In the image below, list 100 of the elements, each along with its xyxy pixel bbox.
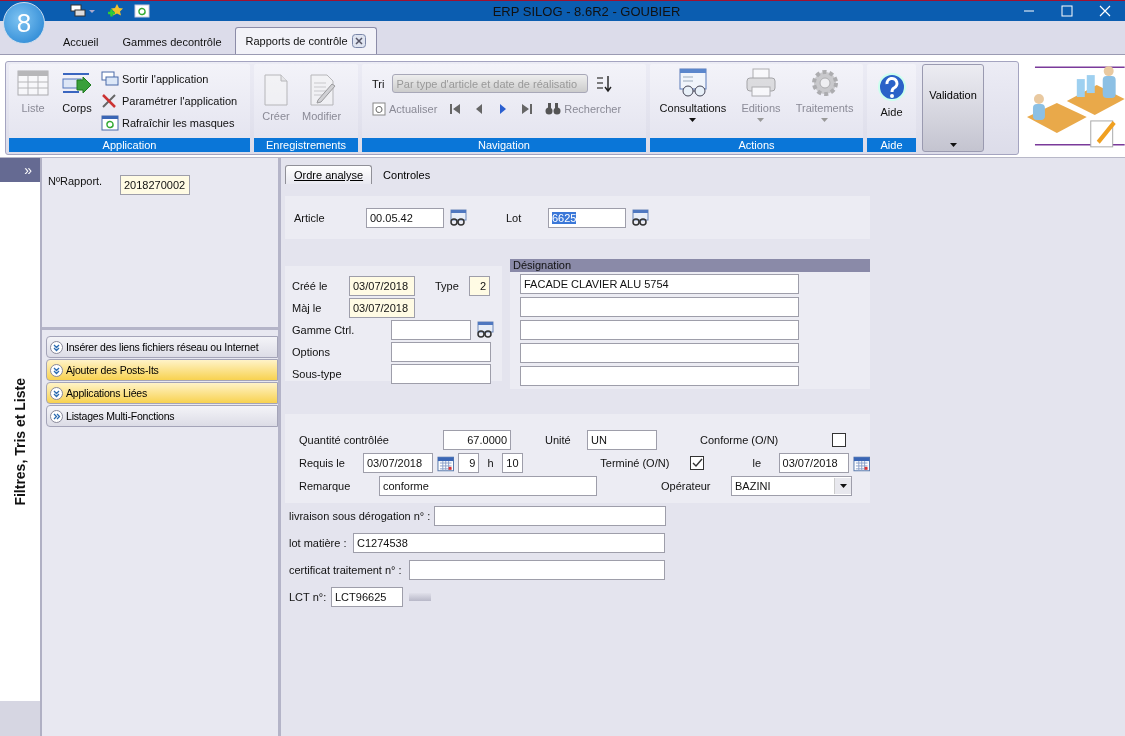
field-label: NºRapport. (48, 175, 104, 187)
certificate-field[interactable] (409, 560, 665, 580)
report-number-field[interactable]: 2018270002 (120, 175, 190, 195)
unit-field[interactable]: UN (587, 430, 657, 450)
field-label: Gamme Ctrl. (292, 324, 356, 336)
subtype-field[interactable] (391, 364, 491, 384)
tab[interactable]: Accueil (52, 29, 110, 54)
group-title: Navigation (362, 138, 646, 152)
edit-document-icon (307, 74, 336, 106)
field-label: lot matière : (289, 537, 348, 549)
field-label: Lot (506, 211, 523, 224)
panel-footer (0, 701, 40, 736)
field-label: LCT n°: (289, 591, 328, 603)
field-label: Remarque (299, 480, 352, 492)
caret-icon (839, 484, 847, 488)
lot-field[interactable]: 6625 (548, 207, 626, 228)
article-field[interactable]: 00.05.42 (366, 207, 444, 228)
calendar-icon[interactable] (437, 454, 455, 472)
help-button[interactable]: Aide (872, 70, 911, 120)
date-field[interactable]: 03/07/2018 (363, 453, 433, 473)
refresh-icon (101, 115, 119, 131)
sort-icon[interactable] (596, 74, 613, 93)
tab[interactable]: Controles (374, 165, 440, 184)
document-icon (262, 74, 290, 106)
field-label: Terminé (O/N) (600, 457, 671, 469)
field-label: Unité (545, 434, 572, 446)
last-icon[interactable] (521, 103, 534, 115)
first-icon[interactable] (449, 103, 462, 115)
panel-header[interactable]: Ajouter des Posts-Its (46, 359, 278, 381)
designation-field[interactable]: FACADE CLAVIER ALU 5754 (520, 274, 799, 294)
group-title: Actions (650, 138, 863, 152)
field-label: le (752, 457, 763, 469)
field-label: certificat traitement n° : (289, 564, 403, 576)
group-title: Enregistrements (254, 138, 358, 152)
remark-field[interactable]: conforme (379, 476, 597, 496)
options-field[interactable] (391, 342, 491, 362)
ribbon-command[interactable]: Sortir l'application (101, 68, 238, 90)
checkbox[interactable] (832, 433, 846, 447)
designation-field[interactable] (520, 366, 799, 386)
ribbon-button[interactable]: Corps (57, 68, 97, 116)
lct-field[interactable]: LCT96625 (331, 587, 403, 607)
window-title: ERP SILOG - 8.6R2 - GOUBIER (491, 3, 682, 19)
tab[interactable]: Gammes decontrôle (111, 29, 233, 54)
help-icon (876, 72, 907, 102)
field-label: Options (292, 346, 331, 358)
derogation-field[interactable] (434, 506, 667, 526)
panel-header[interactable]: Insérer des liens fichiers réseau ou Internet (46, 336, 278, 358)
quantity-field[interactable]: 67.0000 (443, 430, 511, 450)
designation-header: Désignation (510, 259, 870, 272)
windows-icon (101, 71, 119, 87)
tab[interactable]: Ordre analyse (285, 165, 373, 184)
star-plus-icon[interactable] (106, 3, 124, 19)
table-icon (17, 70, 49, 98)
checkbox[interactable] (690, 456, 704, 470)
windows-icon[interactable] (70, 4, 96, 18)
caret-icon (689, 118, 697, 122)
lookup-icon[interactable] (448, 208, 468, 227)
refresh-icon[interactable] (134, 4, 150, 18)
resize-handle[interactable] (409, 593, 431, 601)
field-label: Type (435, 280, 460, 292)
printer-icon (744, 68, 777, 98)
field-label: Conforme (O/N) (700, 434, 780, 446)
field-label: Opérateur (661, 480, 712, 492)
expand-button[interactable]: » (0, 158, 40, 182)
material-lot-field[interactable]: C1274538 (353, 533, 665, 553)
panel-header[interactable]: Applications Liées (46, 382, 278, 404)
panel-header[interactable]: Listages Multi-Fonctions (46, 405, 278, 427)
lookup-icon[interactable] (475, 321, 495, 339)
designation-field[interactable] (520, 343, 799, 363)
calendar-icon[interactable] (852, 454, 870, 472)
group-title: Aide (867, 138, 916, 152)
control-range-field[interactable] (391, 320, 471, 340)
sidebar-title[interactable]: Filtres, Tris et Liste (12, 377, 28, 506)
type-field[interactable]: 2 (469, 276, 490, 296)
caret-icon (949, 143, 957, 147)
date-field[interactable]: 03/07/2018 (349, 298, 415, 318)
validation-button[interactable]: Validation (922, 64, 984, 152)
maximize-icon[interactable] (1061, 5, 1073, 17)
ribbon-command[interactable]: Rafraîchir les masques (101, 112, 238, 134)
operator-dropdown[interactable]: BAZINI (731, 476, 852, 496)
field-label: Requis le (299, 457, 346, 469)
gear-icon (809, 68, 840, 98)
hour-field[interactable]: 9 (458, 453, 480, 473)
field-label: Sous-type (292, 368, 343, 380)
date-field[interactable]: 03/07/2018 (349, 276, 415, 296)
tools-icon (101, 93, 119, 109)
close-icon[interactable] (351, 34, 366, 48)
ribbon-button[interactable]: Consultations (655, 66, 731, 124)
field-label: Màj le (292, 302, 323, 314)
ribbon-command[interactable]: Paramétrer l'application (101, 90, 238, 112)
refresh-icon (372, 102, 386, 116)
designation-field[interactable] (520, 297, 799, 317)
date-field[interactable]: 03/07/2018 (778, 453, 849, 473)
field-label: Créé le (292, 280, 329, 292)
sort-label: Tri (372, 77, 385, 90)
lookup-icon[interactable] (630, 208, 650, 227)
group-title: Application (9, 138, 250, 152)
minute-field[interactable]: 10 (501, 453, 523, 473)
tab[interactable]: Rapports de contrôle (234, 27, 377, 54)
designation-field[interactable] (520, 320, 799, 340)
